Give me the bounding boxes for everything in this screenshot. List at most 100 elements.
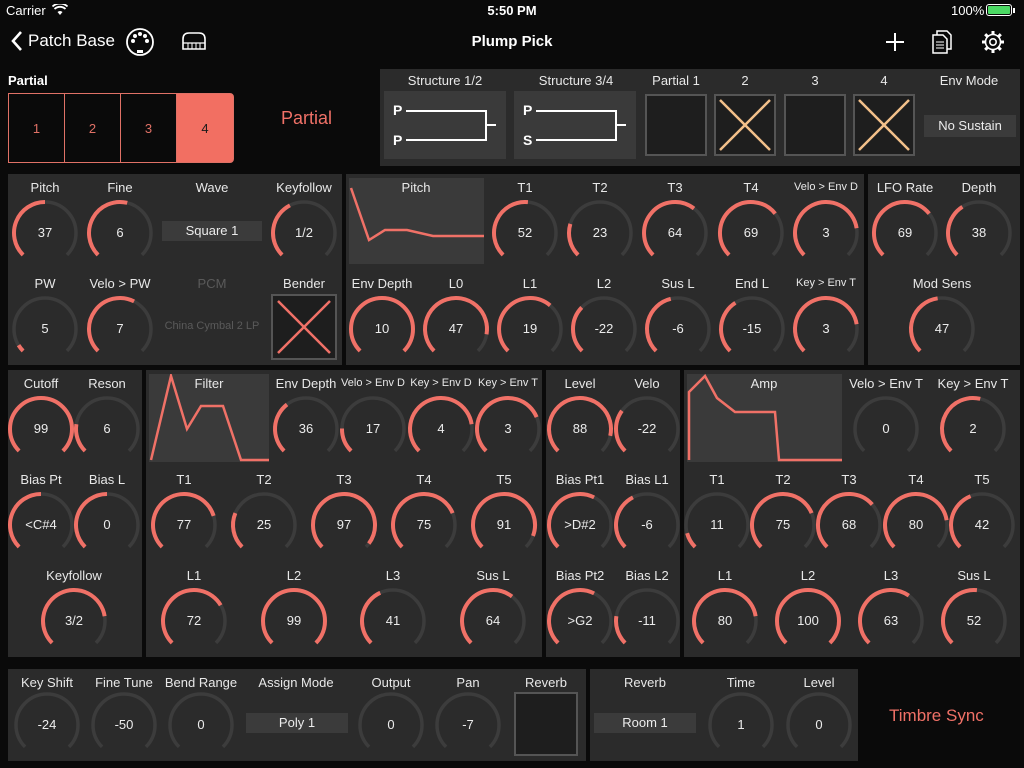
amp-l2-knob[interactable]: 100 (773, 586, 843, 656)
filter-l2-knob[interactable]: 99 (259, 586, 329, 656)
pitch-key-env-t-knob[interactable]: 3 (791, 294, 861, 364)
filter-key-env-t-knob[interactable]: 3 (473, 394, 543, 464)
pitch-env-t4-knob[interactable]: 69 (716, 198, 786, 268)
amp-t2-knob[interactable]: 75 (748, 490, 818, 560)
pitch-env-l1-knob[interactable]: 19 (495, 294, 565, 364)
pcm-select[interactable]: China Cymbal 2 LP (165, 320, 260, 332)
pan-knob[interactable]: -7 (433, 690, 503, 760)
structure-12-bottom: P (393, 132, 403, 148)
documents-icon[interactable] (930, 29, 954, 55)
wave-select[interactable]: Square 1 (162, 221, 262, 241)
amp-bias-pt2-knob[interactable]: >G2 (545, 586, 615, 656)
filter-l1-knob[interactable]: 72 (159, 586, 229, 656)
env-mode-select[interactable]: No Sustain (924, 115, 1016, 137)
fine-knob[interactable]: 6 (85, 198, 155, 268)
pitch-env-t2-knob[interactable]: 23 (565, 198, 635, 268)
amp-t4-knob[interactable]: 80 (881, 490, 951, 560)
plus-icon[interactable] (884, 31, 906, 53)
gear-icon[interactable] (981, 30, 1005, 54)
pw-knob[interactable]: 5 (10, 294, 80, 364)
pitch-env-l0-knob[interactable]: 47 (421, 294, 491, 364)
knob-value: 52 (966, 613, 982, 628)
pitch-env-t1-knob[interactable]: 52 (490, 198, 560, 268)
filter-bias-pt-knob[interactable]: <C#4 (6, 490, 76, 560)
filter-t2-knob[interactable]: 25 (229, 490, 299, 560)
pitch-env-end-l-knob[interactable]: -15 (717, 294, 787, 364)
pitch-env-l2-knob[interactable]: -22 (569, 294, 639, 364)
partial-tab-3[interactable]: 3 (120, 93, 177, 163)
amp-t2-label: T2 (775, 472, 791, 487)
knob-value: 75 (775, 517, 791, 532)
amp-level-knob[interactable]: 88 (545, 394, 615, 464)
mod-sens-knob[interactable]: 47 (907, 294, 977, 364)
pitch-velo-env-d-knob[interactable]: 3 (791, 198, 861, 268)
partial-4-mute-toggle[interactable] (853, 94, 915, 156)
filter-l3-knob[interactable]: 41 (358, 586, 428, 656)
partial-tab-4[interactable]: 4 (176, 93, 234, 163)
reverb-switch-toggle[interactable] (514, 692, 578, 756)
partial-tab-2[interactable]: 2 (64, 93, 121, 163)
amp-l1-knob[interactable]: 80 (690, 586, 760, 656)
amp-bias-l1-knob[interactable]: -6 (612, 490, 682, 560)
pitch-keyfollow-label: Keyfollow (276, 180, 332, 195)
filter-t1-knob[interactable]: 77 (149, 490, 219, 560)
filter-velo-env-d-knob[interactable]: 17 (338, 394, 408, 464)
partial-2-mute-toggle[interactable] (714, 94, 776, 156)
fine-tune-knob[interactable]: -50 (89, 690, 159, 760)
pitch-env-depth-knob[interactable]: 10 (347, 294, 417, 364)
partial-tab-1[interactable]: 1 (8, 93, 65, 163)
filter-keyfollow-knob[interactable]: 3/2 (39, 586, 109, 656)
filter-sus-l-knob[interactable]: 64 (458, 586, 528, 656)
amp-bias-l2-knob[interactable]: -11 (612, 586, 682, 656)
amp-velo-knob[interactable]: -22 (612, 394, 682, 464)
filter-bias-l-knob[interactable]: 0 (72, 490, 142, 560)
bender-toggle[interactable] (271, 294, 337, 360)
velo-pw-knob[interactable]: 7 (85, 294, 155, 364)
amp-t5-knob[interactable]: 42 (947, 490, 1017, 560)
pitch-keyfollow-knob[interactable]: 1/2 (269, 198, 339, 268)
pitch-env-t3-knob[interactable]: 64 (640, 198, 710, 268)
filter-env-depth-knob[interactable]: 36 (271, 394, 341, 464)
timbre-sync-button[interactable]: Timbre Sync (889, 706, 984, 726)
filter-t5-knob[interactable]: 91 (469, 490, 539, 560)
lfo-rate-label: LFO Rate (876, 180, 934, 195)
amp-velo-env-t-knob[interactable]: 0 (851, 394, 921, 464)
filter-t4-knob[interactable]: 75 (389, 490, 459, 560)
pitch-env-sus-l-knob[interactable]: -6 (643, 294, 713, 364)
knob-value: >D#2 (564, 517, 596, 532)
filter-env-depth-label: Env Depth (275, 376, 337, 391)
lfo-rate-knob[interactable]: 69 (870, 198, 940, 268)
amp-bias-l1-label: Bias L1 (625, 472, 669, 487)
output-knob[interactable]: 0 (356, 690, 426, 760)
amp-bias-pt1-knob[interactable]: >D#2 (545, 490, 615, 560)
reverb-type-select[interactable]: Room 1 (594, 713, 696, 733)
knob-value: 6 (103, 421, 111, 436)
filter-t3-knob[interactable]: 97 (309, 490, 379, 560)
lfo-depth-knob[interactable]: 38 (944, 198, 1014, 268)
pitch-knob[interactable]: 37 (10, 198, 80, 268)
filter-key-env-t-label: Key > Env T (477, 377, 539, 389)
filter-t1-label: T1 (176, 472, 192, 487)
partial-1-mute-toggle[interactable] (645, 94, 707, 156)
assign-mode-select[interactable]: Poly 1 (246, 713, 348, 733)
reverb-time-knob[interactable]: 1 (706, 690, 776, 760)
amp-key-env-t-knob[interactable]: 2 (938, 394, 1008, 464)
reverb-level-knob[interactable]: 0 (784, 690, 854, 760)
structure-34-selector[interactable]: P S (514, 91, 636, 159)
reverb-time-label: Time (726, 675, 756, 690)
cutoff-knob[interactable]: 99 (6, 394, 76, 464)
amp-l3-knob[interactable]: 63 (856, 586, 926, 656)
amp-t3-knob[interactable]: 68 (814, 490, 884, 560)
structure-12-selector[interactable]: P P (384, 91, 506, 159)
bend-range-knob[interactable]: 0 (166, 690, 236, 760)
knob-value: 52 (517, 225, 533, 240)
reson-knob[interactable]: 6 (72, 394, 142, 464)
key-shift-knob[interactable]: -24 (12, 690, 82, 760)
filter-envelope-title: Filter (194, 376, 224, 391)
amp-sus-l-knob[interactable]: 52 (939, 586, 1009, 656)
partial-3-mute-toggle[interactable] (784, 94, 846, 156)
filter-key-env-d-knob[interactable]: 4 (406, 394, 476, 464)
output-label: Output (371, 675, 411, 690)
amp-t1-knob[interactable]: 11 (682, 490, 752, 560)
knob-value: 100 (797, 613, 819, 628)
